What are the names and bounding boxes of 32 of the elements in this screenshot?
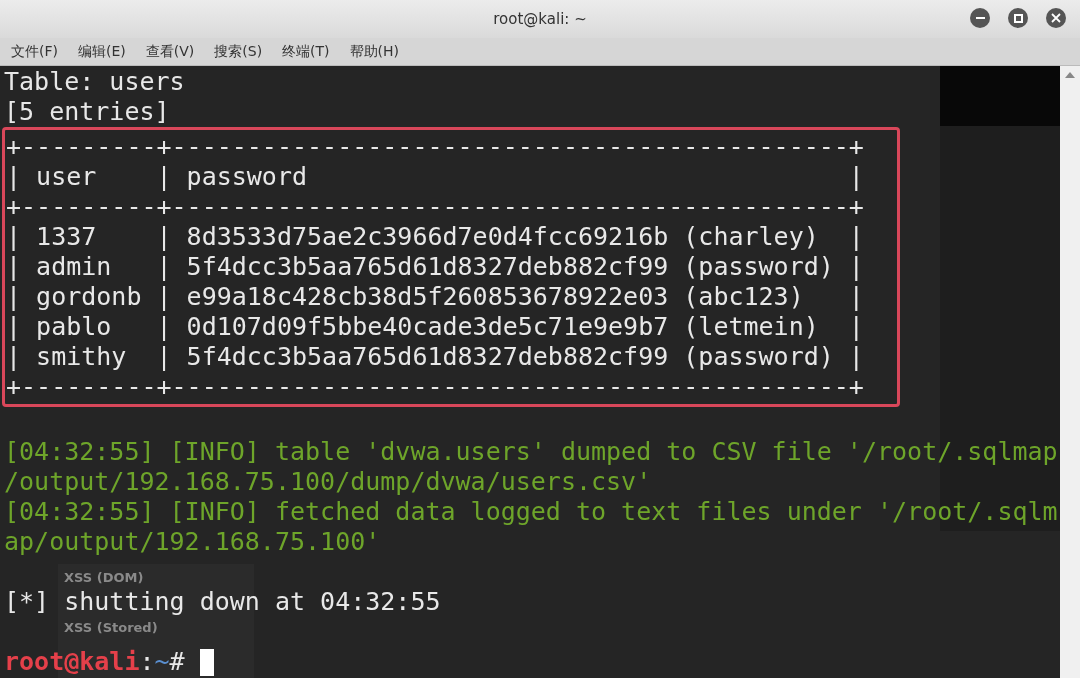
- close-icon: [1051, 13, 1061, 23]
- menu-item[interactable]: 查看(V): [145, 41, 195, 62]
- table-line: +---------+---------------------------------------------+: [5, 132, 865, 162]
- table-line: | smithy | 5f4dcc3b5aa765d61d8327deb882cf99 (password) |: [5, 342, 865, 372]
- close-button[interactable]: [1046, 8, 1066, 28]
- menu-item[interactable]: 帮助(H): [349, 41, 400, 62]
- log-line: ap/output/192.168.75.100': [4, 527, 381, 557]
- minimize-button[interactable]: [970, 8, 990, 28]
- log-line: [04:32:55] [INFO] table 'dvwa.users' dumped to CSV file '/root/.sqlmap: [4, 437, 1058, 467]
- prompt-path: ~: [154, 647, 170, 677]
- prompt-separator: :: [139, 647, 155, 677]
- table-line: +---------+---------------------------------------------+: [5, 372, 865, 402]
- log-line: [04:32:55] [INFO] fetched data logged to text files under '/root/.sqlm: [4, 497, 1058, 527]
- table-line: | admin | 5f4dcc3b5aa765d61d8327deb882cf99 (password) |: [5, 252, 865, 282]
- terminal-line: [5 entries]: [4, 97, 170, 127]
- menu-item[interactable]: 搜索(S): [214, 41, 263, 62]
- scroll-up-icon: [1065, 72, 1075, 78]
- table-line: | pablo | 0d107d09f5bbe40cade3de5c71e9e9b7 (letmein) |: [5, 312, 865, 342]
- menu-item[interactable]: 文件(F): [11, 41, 58, 62]
- log-line: /output/192.168.75.100/dump/dvwa/users.csv': [4, 467, 652, 497]
- maximize-button[interactable]: [1008, 8, 1028, 28]
- menu-item[interactable]: 编辑(E): [78, 41, 126, 62]
- table-line: | user | password |: [5, 162, 865, 192]
- prompt-symbol: #: [169, 647, 185, 677]
- table-line: | 1337 | 8d3533d75ae2c3966d7e0d4fcc69216b (charley) |: [5, 222, 865, 252]
- table-line: +---------+---------------------------------------------+: [5, 192, 865, 222]
- prompt-user-host: root@kali: [4, 647, 140, 677]
- terminal-line: [*] shutting down at 04:32:55: [4, 587, 441, 617]
- terminal-line: Table: users: [4, 67, 185, 97]
- table-line: | gordonb | e99a18c428cb38d5f260853678922e03 (abc123) |: [5, 282, 865, 312]
- window-title: root@kali: ~: [493, 8, 587, 30]
- menu-item[interactable]: 终端(T): [282, 41, 330, 62]
